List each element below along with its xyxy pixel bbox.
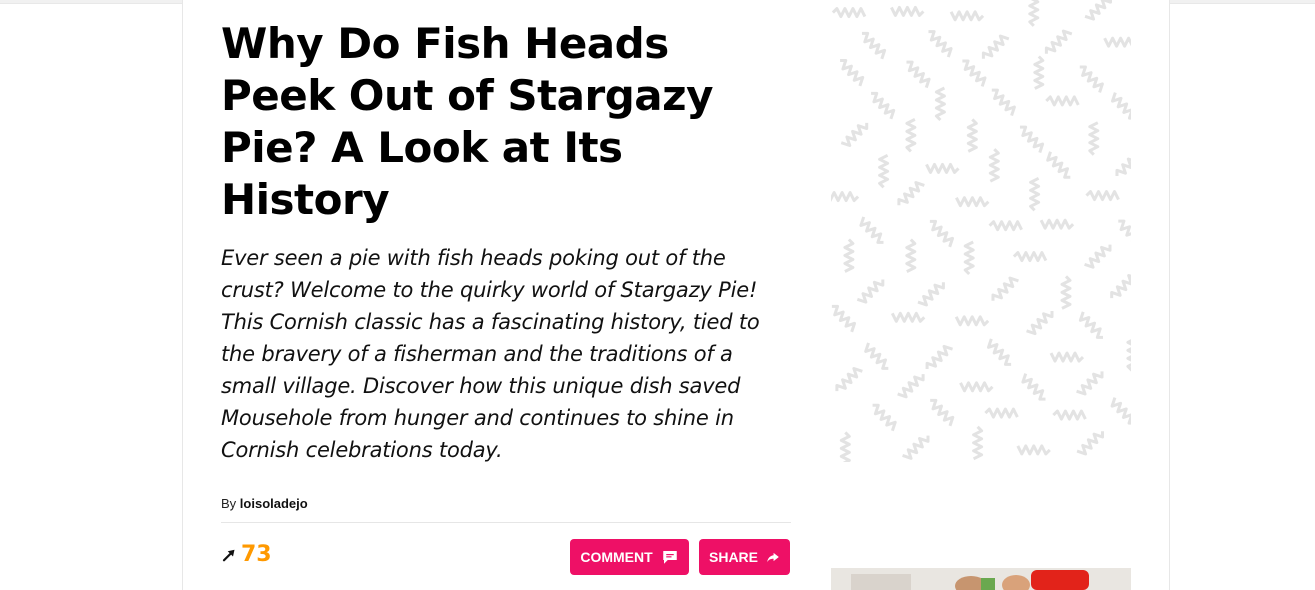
squiggle-shape — [1110, 397, 1131, 425]
squiggle-shape — [1019, 125, 1045, 154]
squiggle-shape — [1079, 65, 1104, 93]
squiggle-shape — [1115, 151, 1131, 177]
squiggle-shape — [1084, 0, 1113, 21]
squiggle-shape — [1078, 311, 1104, 339]
squiggle-shape — [1044, 29, 1073, 54]
article-lede: Ever seen a pie with fish heads poking o… — [221, 246, 760, 462]
squiggle-shape — [963, 240, 975, 276]
squiggle-shape — [1110, 92, 1131, 120]
squiggle-shape — [861, 31, 887, 60]
article-actions: COMMENT SHARE — [570, 539, 790, 575]
squiggle-shape — [972, 425, 984, 461]
squiggle-shape — [839, 431, 851, 462]
squiggle-shape — [1088, 121, 1100, 156]
squiggle-shape — [890, 311, 926, 323]
trending-count: 73 — [241, 542, 272, 567]
squiggle-shape — [986, 338, 1012, 366]
squiggle-shape — [981, 34, 1010, 59]
squiggle-shape — [1060, 275, 1072, 310]
squiggle-shape — [864, 342, 889, 370]
squiggle-shape — [1026, 310, 1054, 336]
trending-stats: 73 — [221, 542, 272, 567]
squiggle-shape — [917, 282, 945, 307]
squiggle-shape — [1039, 218, 1075, 230]
thumbnail-photo — [831, 568, 1131, 590]
share-label: SHARE — [709, 549, 759, 565]
squiggle-shape — [991, 88, 1016, 117]
article-title: Why Do Fish Heads Peek Out of Stargazy P… — [221, 19, 713, 224]
squiggle-shape — [984, 407, 1019, 419]
squiggle-shape — [831, 304, 857, 333]
share-button[interactable]: SHARE — [699, 539, 790, 575]
article-header: Why Do Fish Heads Peek Out of Stargazy P… — [221, 18, 791, 466]
squiggle-shape — [872, 403, 897, 432]
squiggle-pattern-ad — [831, 0, 1131, 462]
squiggle-shape — [905, 118, 917, 153]
comment-label: COMMENT — [580, 549, 653, 565]
squiggle-shape — [925, 162, 960, 174]
squiggle-shape — [1084, 244, 1112, 269]
byline-prefix: By — [221, 496, 237, 511]
squiggle-shape — [1103, 36, 1131, 48]
squiggle-shape — [1045, 95, 1080, 107]
squiggle-shape — [840, 58, 865, 87]
byline: By loisoladejo — [221, 496, 308, 511]
squiggle-shape — [843, 238, 855, 273]
squiggle-shape — [1028, 0, 1040, 27]
squiggle-shape — [1029, 176, 1041, 212]
divider — [221, 522, 791, 523]
squiggle-shape — [897, 374, 925, 399]
squiggle-shape — [966, 118, 978, 153]
squiggle-shape — [1049, 351, 1085, 363]
squiggle-shape — [991, 276, 1019, 301]
speech-bubble-icon — [662, 551, 677, 564]
squiggle-pattern — [831, 0, 1131, 462]
squiggle-shape — [930, 398, 955, 427]
squiggle-shape — [856, 279, 885, 304]
squiggle-shape — [871, 91, 896, 120]
squiggle-shape — [949, 10, 985, 22]
squiggle-shape — [1110, 273, 1131, 299]
squiggle-shape — [959, 381, 994, 393]
comment-button[interactable]: COMMENT — [570, 539, 689, 575]
squiggle-shape — [1033, 55, 1045, 90]
squiggle-shape — [831, 191, 860, 203]
squiggle-shape — [988, 220, 1023, 232]
squiggle-shape — [934, 86, 946, 122]
squiggle-shape — [840, 122, 869, 148]
squiggle-shape — [890, 5, 925, 17]
squiggle-shape — [878, 153, 890, 189]
squiggle-shape — [1012, 251, 1048, 263]
squiggle-shape — [906, 60, 931, 89]
trending-arrow-icon — [222, 549, 235, 561]
squiggle-shape — [831, 7, 867, 19]
squiggle-shape — [835, 366, 863, 392]
squiggle-shape — [929, 219, 955, 248]
squiggle-shape — [955, 196, 990, 208]
squiggle-shape — [928, 30, 953, 58]
squiggle-shape — [1052, 409, 1087, 421]
squiggle-shape — [1118, 219, 1131, 248]
author-link[interactable]: loisoladejo — [240, 496, 308, 511]
squiggle-shape — [962, 59, 987, 87]
squiggle-shape — [1085, 190, 1120, 202]
squiggle-shape — [902, 435, 930, 460]
squiggle-shape — [954, 315, 990, 327]
squiggle-shape — [905, 238, 917, 273]
squiggle-shape — [1046, 151, 1071, 179]
squiggle-shape — [1016, 444, 1051, 456]
squiggle-shape — [1021, 373, 1046, 401]
squiggle-shape — [897, 181, 925, 206]
squiggle-shape — [1126, 337, 1131, 372]
squiggle-shape — [859, 216, 884, 244]
squiggle-shape — [1076, 431, 1105, 456]
squiggle-shape — [1076, 371, 1104, 396]
share-arrow-icon — [767, 552, 779, 563]
squiggle-shape — [925, 344, 954, 370]
sidebar-thumbnail-image[interactable] — [831, 568, 1131, 590]
squiggle-shape — [988, 148, 1000, 183]
